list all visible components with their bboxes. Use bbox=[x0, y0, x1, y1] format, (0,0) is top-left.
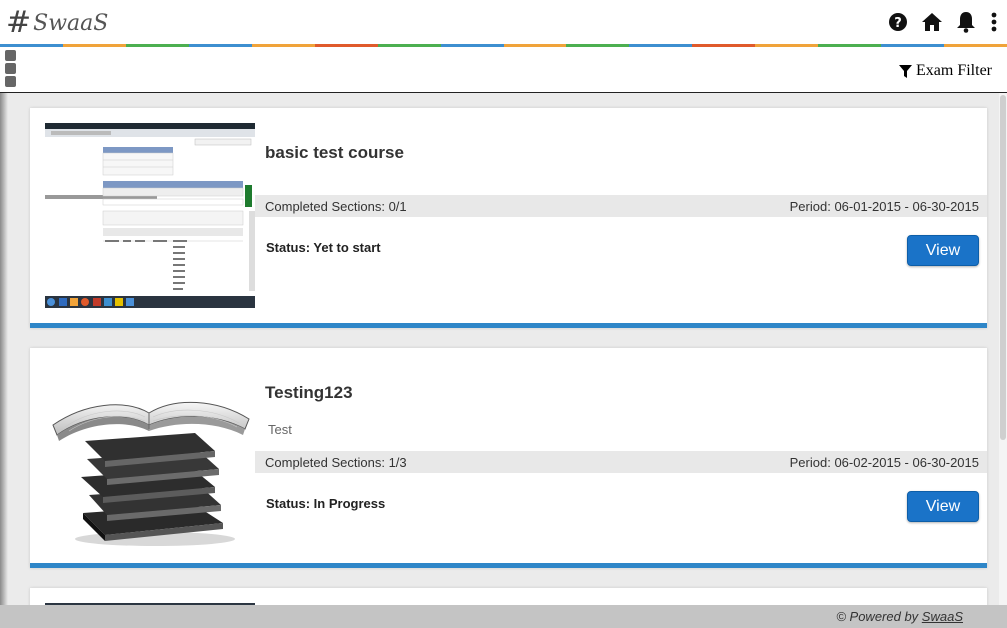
grip-dot bbox=[5, 63, 16, 74]
scrollbar[interactable] bbox=[999, 93, 1007, 605]
swaas-logo[interactable]: # SwaaS bbox=[6, 4, 108, 42]
course-period: Period: 06-02-2015 - 06-30-2015 bbox=[789, 455, 979, 470]
kebab-menu-icon[interactable] bbox=[989, 10, 999, 34]
completed-sections: Completed Sections: 1/3 bbox=[265, 455, 407, 470]
course-title[interactable]: basic test course bbox=[265, 143, 404, 163]
course-card: Testing123 Test Completed Sections: 1/3 … bbox=[30, 348, 987, 568]
scrollbar-thumb[interactable] bbox=[1000, 95, 1006, 440]
progress-row: Completed Sections: 0/1 Period: 06-01-20… bbox=[255, 195, 987, 217]
logo-text: SwaaS bbox=[33, 10, 109, 36]
view-button[interactable]: View bbox=[907, 491, 979, 522]
sub-toolbar: Exam Filter bbox=[0, 47, 1007, 93]
footer-brand-link[interactable]: SwaaS bbox=[922, 609, 963, 624]
completed-sections: Completed Sections: 0/1 bbox=[265, 199, 407, 214]
progress-row: Completed Sections: 1/3 Period: 06-02-20… bbox=[255, 451, 987, 473]
home-icon[interactable] bbox=[921, 10, 943, 34]
header-actions: ? bbox=[887, 10, 999, 34]
course-period: Period: 06-01-2015 - 06-30-2015 bbox=[789, 199, 979, 214]
course-card: basic test course Completed Sections: 0/… bbox=[30, 108, 987, 328]
grip-dot bbox=[5, 50, 16, 61]
svg-text:?: ? bbox=[894, 16, 902, 31]
course-thumbnail bbox=[45, 363, 255, 548]
footer: © Powered by SwaaS bbox=[0, 605, 1007, 628]
logo-hash: # bbox=[6, 5, 32, 40]
exam-filter-label: Exam Filter bbox=[916, 62, 992, 79]
view-button[interactable]: View bbox=[907, 235, 979, 266]
course-list[interactable]: basic test course Completed Sections: 0/… bbox=[0, 93, 1007, 605]
exam-filter-button[interactable]: Exam Filter bbox=[899, 62, 992, 80]
course-card bbox=[30, 588, 987, 605]
course-title[interactable]: Testing123 bbox=[265, 383, 353, 403]
powered-by: © Powered by bbox=[836, 609, 922, 624]
footer-text: © Powered by SwaaS bbox=[836, 609, 963, 624]
bell-icon[interactable] bbox=[955, 10, 977, 34]
grip-dot bbox=[5, 76, 16, 87]
course-thumbnail bbox=[45, 123, 255, 308]
funnel-icon bbox=[899, 64, 913, 78]
course-description: Test bbox=[268, 422, 292, 437]
help-icon[interactable]: ? bbox=[887, 10, 909, 34]
sidebar-toggle[interactable] bbox=[5, 50, 16, 89]
top-header: # SwaaS ? bbox=[0, 0, 1007, 44]
course-status: Status: Yet to start bbox=[266, 240, 381, 255]
course-status: Status: In Progress bbox=[266, 496, 386, 511]
left-shadow bbox=[0, 93, 8, 605]
